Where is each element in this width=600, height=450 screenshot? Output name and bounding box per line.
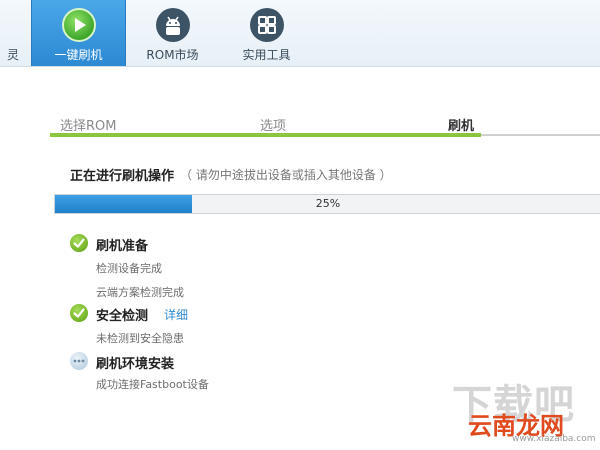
- check-icon: [70, 304, 88, 322]
- status-title: 正在进行刷机操作: [70, 169, 175, 184]
- details-link[interactable]: 详细: [164, 306, 188, 323]
- status-hint: （ 请勿中途拔出设备或插入其他设备 ）: [180, 168, 392, 182]
- step-select-rom: 选择ROM: [60, 119, 117, 134]
- tab-label: ROM市场: [146, 48, 199, 62]
- top-toolbar: 灵 一键刷机 ROM市场 实用工具: [0, 0, 600, 67]
- item-title-environment: 刷机环境安装: [96, 357, 175, 372]
- android-icon: [155, 8, 190, 42]
- tab-utilities[interactable]: 实用工具: [220, 0, 313, 66]
- tab-one-click-flash[interactable]: 一键刷机: [31, 0, 126, 66]
- tab-label: 灵: [6, 48, 19, 62]
- tab-rom-market[interactable]: ROM市场: [126, 0, 219, 66]
- step-flash: 刷机: [448, 119, 475, 134]
- item-sub: 检测设备完成: [96, 262, 162, 275]
- grid-icon: [249, 8, 284, 42]
- play-icon: [61, 8, 96, 42]
- check-icon: [70, 234, 88, 252]
- tab-label: 一键刷机: [54, 48, 103, 62]
- tab-label: 实用工具: [242, 48, 291, 62]
- step-progress-fill: [50, 133, 481, 137]
- item-sub: 云端方案检测完成: [96, 286, 184, 299]
- progress-percent: 25%: [315, 197, 341, 210]
- step-indicator: 选择ROM 选项 刷机: [50, 110, 600, 140]
- step-options: 选项: [260, 119, 287, 134]
- watermark-url: www.xiazaiba.com: [512, 434, 596, 444]
- tab-previous[interactable]: 灵: [0, 0, 30, 66]
- item-sub: 成功连接Fastboot设备: [96, 378, 209, 391]
- more-icon: [70, 352, 88, 370]
- item-title-prepare: 刷机准备: [96, 239, 149, 254]
- item-title-security: 安全检测: [96, 309, 149, 324]
- item-sub: 未检测到安全隐患: [96, 332, 184, 345]
- flash-progress-bar: 25%: [54, 194, 600, 214]
